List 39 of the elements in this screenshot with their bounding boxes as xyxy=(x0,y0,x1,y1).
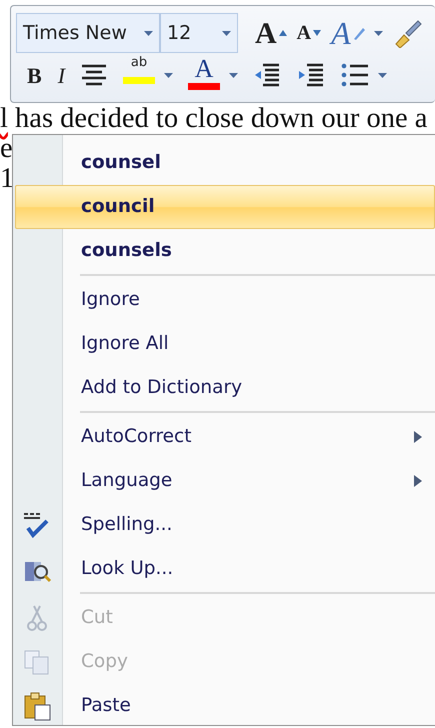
suggestion-item[interactable]: council xyxy=(15,185,435,229)
caret-icon xyxy=(222,30,231,36)
decrease-indent-icon xyxy=(253,62,282,88)
down-arrow-icon xyxy=(313,30,322,36)
caret-icon xyxy=(378,72,388,78)
highlight-button[interactable]: ab xyxy=(120,56,158,94)
menu-item[interactable]: Add to Dictionary xyxy=(15,366,435,410)
menu-item[interactable]: AutoCorrect xyxy=(15,415,435,459)
submenu-arrow-icon xyxy=(414,431,422,443)
center-align-icon xyxy=(81,64,108,86)
suggestion-item[interactable]: counsel xyxy=(15,141,435,185)
up-arrow-icon xyxy=(278,30,287,36)
submenu-arrow-icon xyxy=(414,475,422,487)
menu-item[interactable]: Ignore All xyxy=(15,322,435,366)
styles-button[interactable]: A xyxy=(328,14,368,52)
grow-font-button[interactable]: A xyxy=(252,14,290,52)
document-text: has decided to close down our one a xyxy=(14,103,428,134)
caret-icon xyxy=(229,72,238,78)
bold-button[interactable]: B xyxy=(24,56,45,94)
font-size-field[interactable]: 12 xyxy=(160,13,238,53)
italic-button[interactable]: I xyxy=(54,56,68,94)
shrink-font-button[interactable]: A xyxy=(294,14,324,52)
bullet-list-icon xyxy=(341,62,370,88)
suggestion-item[interactable]: counsels xyxy=(15,229,435,273)
menu-item[interactable]: Paste xyxy=(15,684,435,725)
caret-icon xyxy=(164,72,174,78)
caret-icon xyxy=(374,30,383,36)
menu-item[interactable]: Ignore xyxy=(15,278,435,322)
clipboard-icon xyxy=(22,691,52,721)
document-text: 1 xyxy=(0,163,14,194)
caret-icon xyxy=(144,30,153,36)
font-name-field[interactable]: Times New xyxy=(16,13,160,53)
document-text: e xyxy=(0,133,13,164)
font-color-button[interactable]: A xyxy=(185,56,224,94)
document-text: l xyxy=(0,103,8,134)
menu-item[interactable]: Look Up... xyxy=(15,547,435,591)
menu-item[interactable]: Language xyxy=(15,459,435,503)
increase-indent-icon xyxy=(297,62,326,88)
menu-item[interactable]: Spelling... xyxy=(15,503,435,547)
